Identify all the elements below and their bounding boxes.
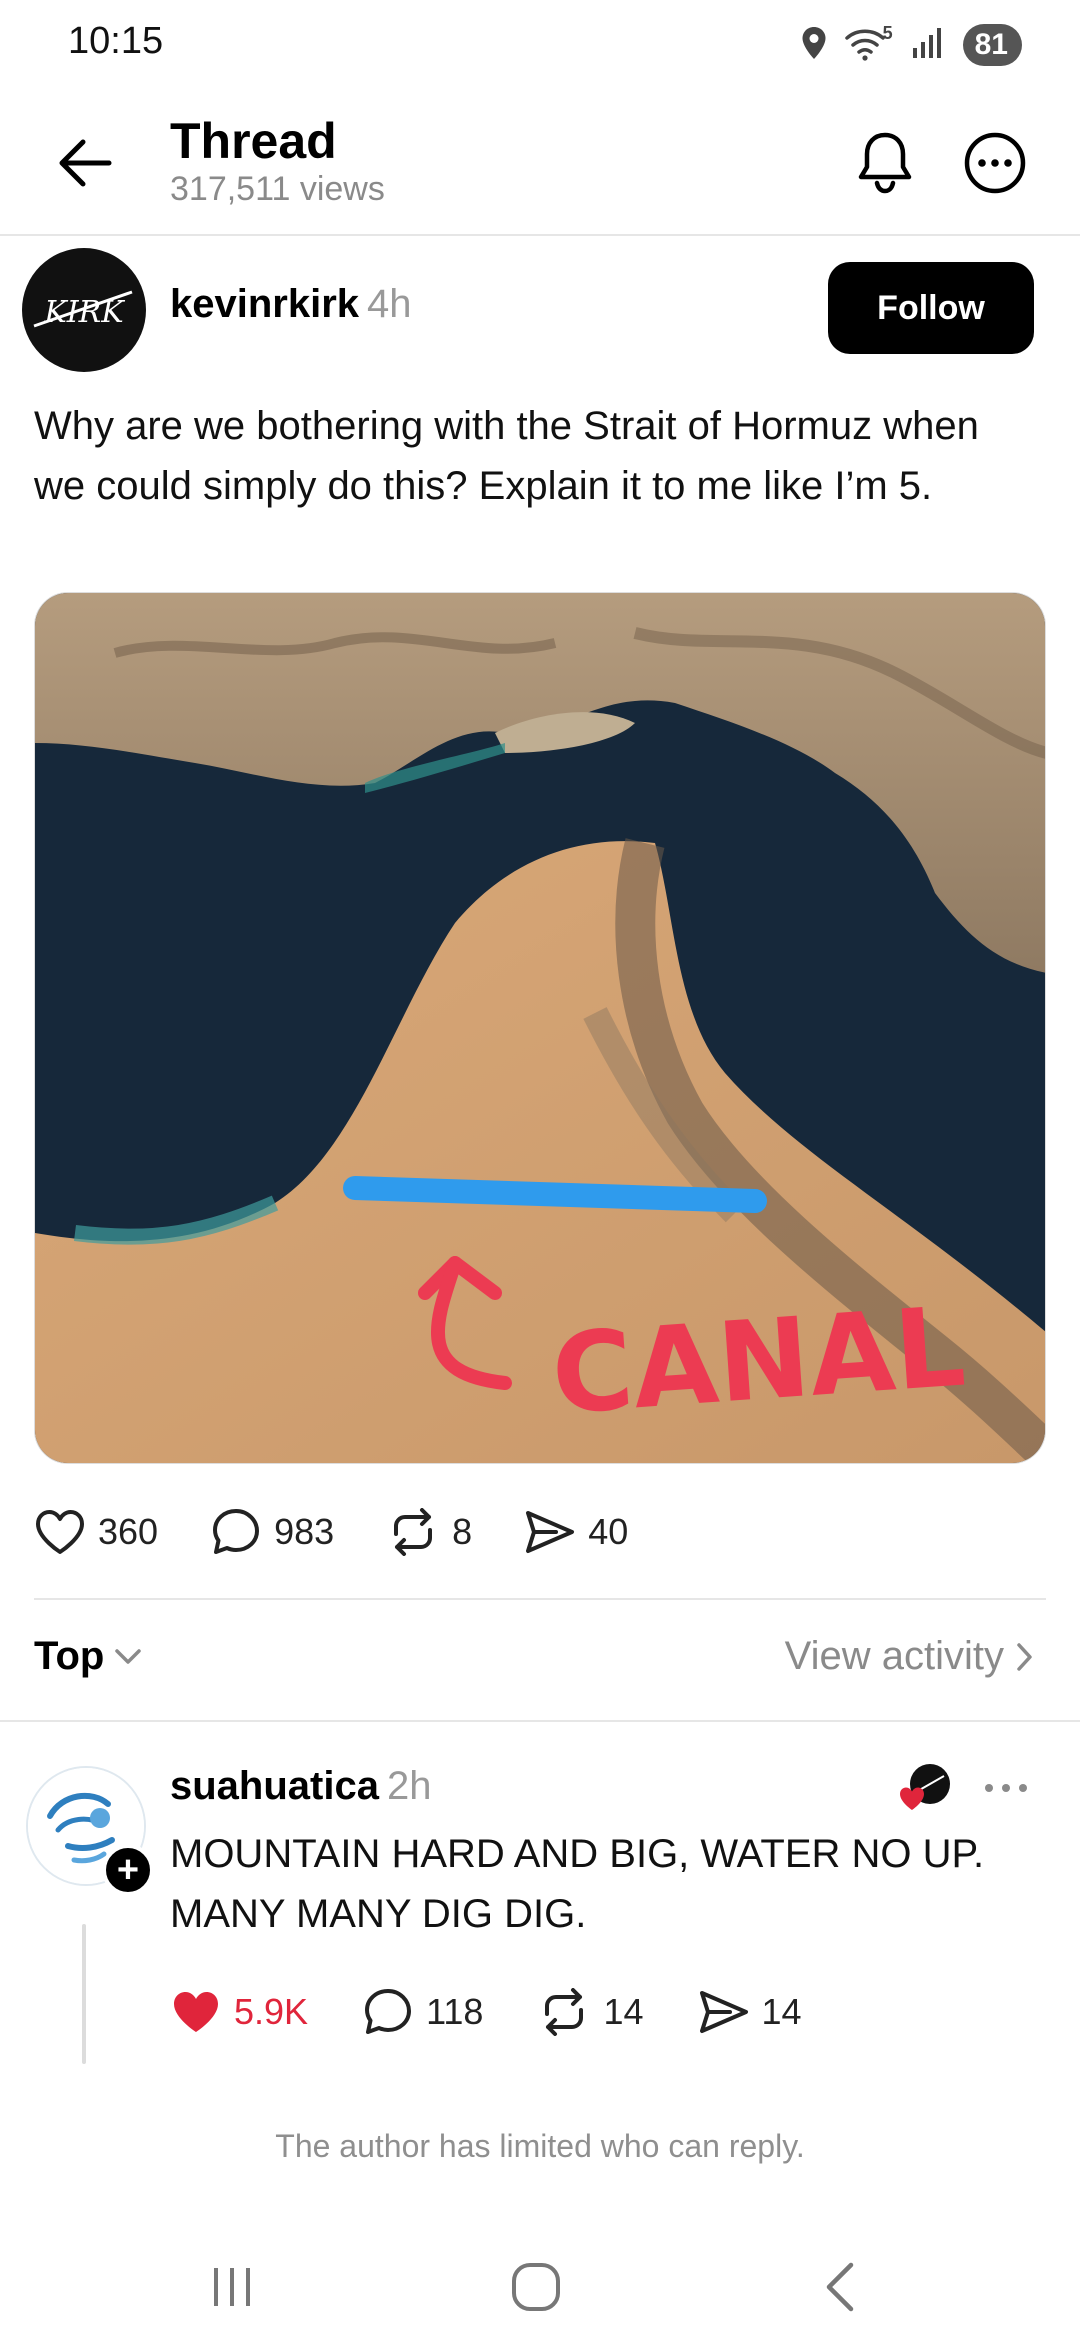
reply-actions: 5.9K 118 14 14 xyxy=(170,1980,856,2044)
post-time: 4h xyxy=(367,282,412,326)
comment-icon xyxy=(213,1509,260,1554)
status-bar: 10:15 5 81 xyxy=(0,0,1080,90)
author-logo: KIRK xyxy=(33,290,133,330)
reply-count: 983 xyxy=(274,1511,335,1552)
reply-repost-button[interactable]: 14 xyxy=(537,1988,644,2036)
signal-icon xyxy=(911,26,945,65)
view-activity-label: View activity xyxy=(784,1634,1004,1678)
notify-button[interactable] xyxy=(850,128,920,198)
sort-label: Top xyxy=(34,1634,105,1678)
reply-share-button[interactable]: 14 xyxy=(698,1989,802,2035)
repost-count: 8 xyxy=(452,1511,473,1552)
more-circle-icon xyxy=(964,132,1026,194)
reply-time: 2h xyxy=(386,1764,432,1808)
reply-share-count: 14 xyxy=(761,1991,802,2032)
author-liked-badge xyxy=(898,1762,950,1814)
bell-icon xyxy=(858,132,912,194)
repost-icon xyxy=(545,1988,584,2036)
satellite-map-image: CANAL xyxy=(35,593,1045,1463)
back-button[interactable] xyxy=(52,130,118,196)
send-icon xyxy=(699,1991,748,2033)
repost-icon xyxy=(394,1508,433,1556)
recent-apps-button[interactable] xyxy=(192,2252,272,2322)
page-title: Thread xyxy=(170,113,337,169)
chevron-down-icon xyxy=(115,1648,142,1664)
view-activity-link[interactable]: View activity xyxy=(785,1634,1034,1679)
reply-username[interactable]: suahuatica xyxy=(170,1764,379,1808)
divider xyxy=(0,1720,1080,1722)
more-options-button[interactable] xyxy=(960,128,1030,198)
status-icons: 5 81 xyxy=(801,20,1022,70)
thread-line xyxy=(82,1924,86,2064)
follow-plus-icon[interactable]: + xyxy=(102,1844,154,1896)
username-text[interactable]: kevinrkirk xyxy=(170,282,359,326)
reply-more-button[interactable] xyxy=(978,1768,1034,1808)
reply-author[interactable]: suahuatica 2h xyxy=(170,1764,431,1809)
back-arrow-icon xyxy=(59,139,112,187)
heart-filled-icon xyxy=(174,1992,218,2032)
thread-header: Thread 317,511 views xyxy=(0,100,1080,236)
limited-reply-note: The author has limited who can reply. xyxy=(275,2128,805,2164)
svg-text:KIRK: KIRK xyxy=(43,295,125,330)
reply-repost-count: 14 xyxy=(603,1991,644,2032)
home-button[interactable] xyxy=(496,2252,576,2322)
repost-button[interactable]: 8 xyxy=(386,1508,472,1556)
follow-button[interactable]: Follow xyxy=(828,262,1034,354)
send-icon xyxy=(526,1511,575,1553)
home-icon xyxy=(512,2263,560,2311)
reply-like-count: 5.9K xyxy=(234,1991,309,2032)
chevron-right-icon xyxy=(1017,1642,1032,1671)
post-body: Why are we bothering with the Strait of … xyxy=(34,404,979,508)
view-count: 317,511 views xyxy=(170,170,385,208)
reply-button[interactable]: 983 xyxy=(210,1506,334,1558)
sort-dropdown[interactable]: Top xyxy=(34,1634,142,1679)
author-avatar[interactable]: KIRK xyxy=(22,248,146,372)
battery-indicator: 81 xyxy=(962,24,1022,66)
more-dots-icon xyxy=(985,1784,1027,1792)
author-liked-icon xyxy=(900,1764,950,1810)
location-icon xyxy=(801,26,827,65)
author-username[interactable]: kevinrkirk 4h xyxy=(170,282,412,327)
recent-apps-icon xyxy=(214,2268,250,2306)
reply-reply-button[interactable]: 118 xyxy=(362,1986,483,2038)
like-count: 360 xyxy=(98,1511,159,1552)
reply-like-button[interactable]: 5.9K xyxy=(170,1988,308,2036)
post-image[interactable]: CANAL xyxy=(34,592,1046,1464)
wifi-icon: 5 xyxy=(844,23,893,63)
status-time: 10:15 xyxy=(68,20,164,62)
comment-icon xyxy=(365,1989,412,2034)
divider xyxy=(34,1598,1046,1600)
post-actions: 360 983 8 40 xyxy=(34,1500,680,1564)
share-button[interactable]: 40 xyxy=(524,1509,628,1555)
system-back-icon xyxy=(826,2262,854,2312)
share-count: 40 xyxy=(588,1511,629,1552)
reply-body: MOUNTAIN HARD AND BIG, WATER NO UP. MANY… xyxy=(170,1832,985,1936)
like-button[interactable]: 360 xyxy=(34,1508,158,1556)
system-back-button[interactable] xyxy=(800,2252,880,2322)
heart-icon xyxy=(36,1510,84,1554)
reply-reply-count: 118 xyxy=(426,1991,484,2032)
system-nav-bar xyxy=(0,2232,1080,2340)
network-type: 5 xyxy=(882,23,893,43)
